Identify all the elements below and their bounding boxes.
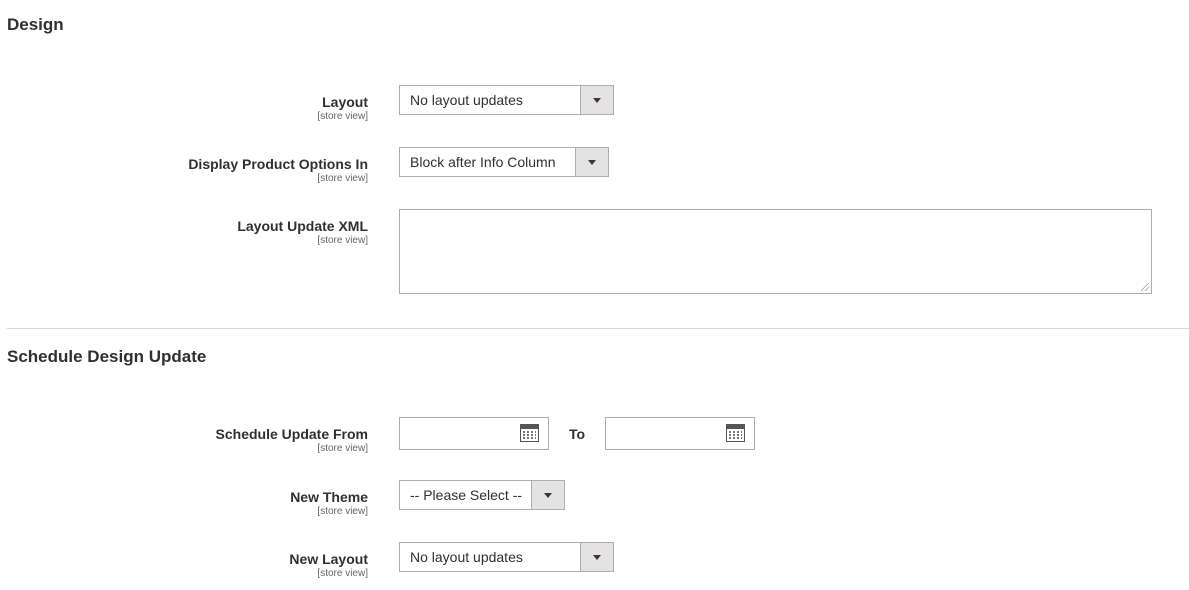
layout-scope: [store view] xyxy=(317,111,368,122)
update-from-label: Schedule Update From xyxy=(215,426,368,442)
caret-down-icon xyxy=(588,159,596,165)
caret-down-icon xyxy=(593,554,601,560)
new-theme-select-toggle[interactable] xyxy=(531,481,564,509)
new-layout-select-value: No layout updates xyxy=(410,549,523,565)
layout-select[interactable]: No layout updates xyxy=(399,85,614,115)
new-layout-scope: [store view] xyxy=(317,568,368,579)
update-to-label: To xyxy=(569,426,586,442)
calendar-icon[interactable] xyxy=(520,424,539,442)
layout-xml-label: Layout Update XML xyxy=(237,218,368,234)
display-options-label: Display Product Options In xyxy=(188,156,368,172)
calendar-icon[interactable] xyxy=(726,424,745,442)
display-options-select-value: Block after Info Column xyxy=(410,154,556,170)
caret-down-icon xyxy=(593,97,601,103)
new-layout-label: New Layout xyxy=(289,551,368,567)
new-theme-scope: [store view] xyxy=(317,506,368,517)
resize-grip-icon[interactable] xyxy=(1141,283,1149,291)
layout-select-value: No layout updates xyxy=(410,92,523,108)
section-title-design: Design xyxy=(7,15,64,34)
update-from-scope: [store view] xyxy=(317,443,368,454)
new-theme-label: New Theme xyxy=(290,489,368,505)
update-to-date-input[interactable] xyxy=(605,417,755,450)
display-options-select-toggle[interactable] xyxy=(575,148,608,176)
display-options-select[interactable]: Block after Info Column xyxy=(399,147,609,177)
display-options-scope: [store view] xyxy=(317,173,368,184)
caret-down-icon xyxy=(544,492,552,498)
new-layout-select-toggle[interactable] xyxy=(580,543,613,571)
layout-label: Layout xyxy=(322,94,368,110)
section-title-schedule: Schedule Design Update xyxy=(7,347,207,366)
layout-select-toggle[interactable] xyxy=(580,86,613,114)
layout-xml-textarea[interactable] xyxy=(399,209,1152,294)
new-layout-select[interactable]: No layout updates xyxy=(399,542,614,572)
layout-xml-scope: [store view] xyxy=(317,235,368,246)
update-from-date-input[interactable] xyxy=(399,417,549,450)
section-divider xyxy=(7,328,1189,329)
new-theme-select[interactable]: -- Please Select -- xyxy=(399,480,565,510)
new-theme-select-value: -- Please Select -- xyxy=(410,487,523,503)
